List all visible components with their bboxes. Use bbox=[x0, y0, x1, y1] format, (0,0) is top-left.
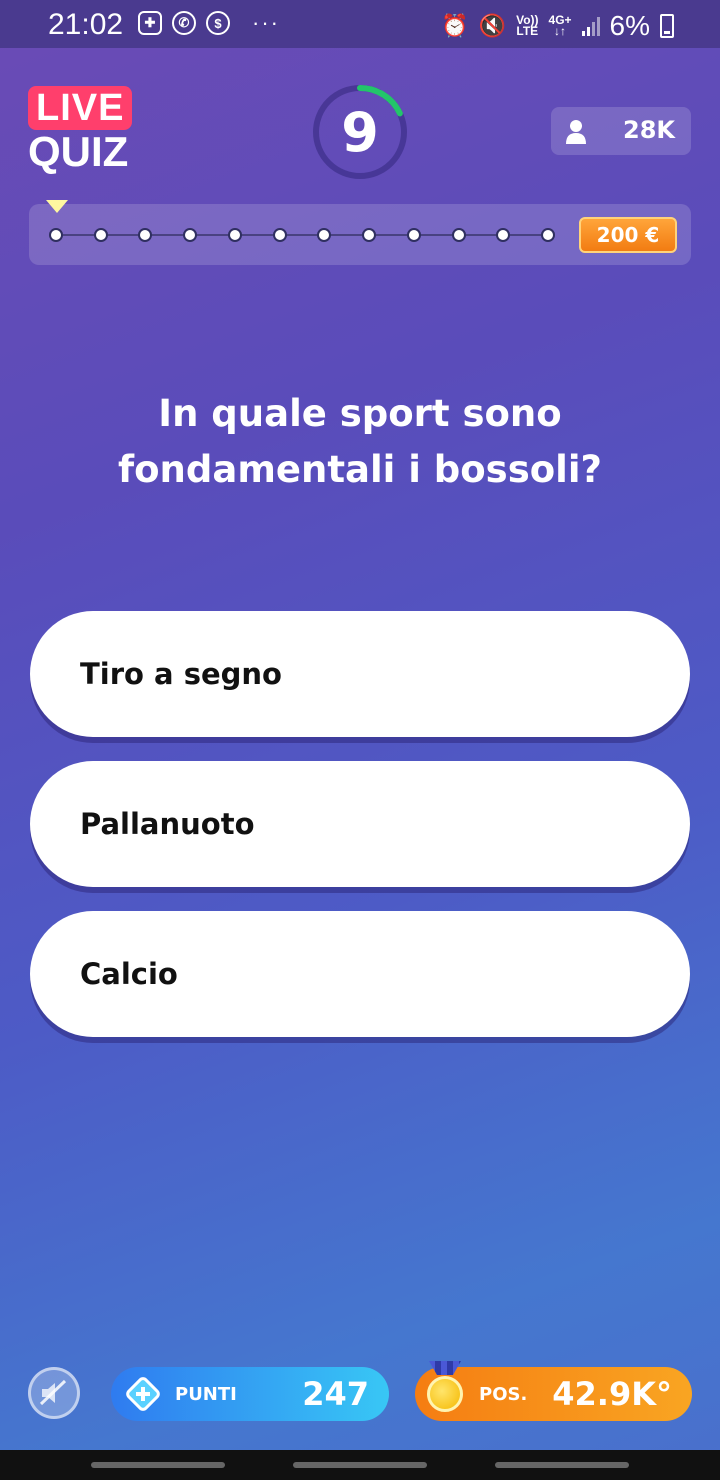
position-label: POS. bbox=[479, 1383, 528, 1405]
progress-step-dot bbox=[406, 228, 421, 242]
progress-step-dot bbox=[227, 228, 242, 242]
current-step-marker-icon bbox=[46, 200, 68, 213]
question-text: In quale sport sono fondamentali i bosso… bbox=[118, 392, 602, 491]
answer-label: Calcio bbox=[80, 957, 178, 991]
progress-step-dot bbox=[183, 228, 198, 242]
position-value: 42.9K° bbox=[552, 1375, 672, 1413]
notification-icons: ✚ ✆ $ ··· bbox=[138, 10, 280, 36]
game-icon: ✚ bbox=[138, 11, 162, 35]
more-notifications-icon: ··· bbox=[252, 10, 280, 35]
logo-quiz-text: QUIZ bbox=[28, 128, 129, 175]
medal-coin-icon bbox=[427, 1376, 463, 1412]
sound-toggle-button[interactable] bbox=[28, 1367, 80, 1419]
battery-percent: 6% bbox=[609, 10, 650, 41]
prize-badge: 200 € bbox=[579, 217, 677, 253]
progress-step-dot bbox=[49, 228, 63, 242]
answer-label: Pallanuoto bbox=[80, 807, 255, 841]
answer-label: Tiro a segno bbox=[80, 657, 282, 691]
live-quiz-logo: LIVE QUIZ bbox=[28, 86, 140, 174]
points-badge: PUNTI 247 bbox=[111, 1367, 389, 1421]
points-value: 247 bbox=[302, 1375, 369, 1413]
progress-step-dot bbox=[541, 228, 555, 242]
dollar-icon: $ bbox=[206, 11, 230, 35]
nav-recents-button[interactable] bbox=[91, 1462, 225, 1468]
mute-icon: 🔇 bbox=[478, 13, 507, 38]
progress-step-dot bbox=[138, 228, 153, 242]
question-progress: 200 € bbox=[29, 200, 691, 265]
answer-button-3[interactable]: Calcio bbox=[30, 911, 690, 1037]
nav-back-button[interactable] bbox=[495, 1462, 629, 1468]
answer-button-2[interactable]: Pallanuoto bbox=[30, 761, 690, 887]
timer-seconds: 9 bbox=[341, 100, 379, 164]
signal-icon bbox=[581, 16, 600, 36]
medal-ribbon-icon bbox=[429, 1361, 461, 1375]
system-nav-bar bbox=[0, 1450, 720, 1480]
battery-icon bbox=[660, 14, 674, 38]
viewers-badge: 28K bbox=[551, 107, 691, 155]
volte-indicator: Vo)) LTE bbox=[516, 13, 539, 38]
logo-live-text: LIVE bbox=[28, 86, 133, 130]
progress-track bbox=[56, 234, 548, 236]
user-icon bbox=[566, 120, 586, 144]
progress-step-dot bbox=[496, 228, 511, 242]
answer-button-1[interactable]: Tiro a segno bbox=[30, 611, 690, 737]
speaker-muted-icon bbox=[39, 1379, 67, 1406]
progress-step-dot bbox=[451, 228, 466, 242]
status-time: 21:02 bbox=[48, 8, 124, 41]
viewers-count: 28K bbox=[623, 116, 675, 144]
progress-step-dot bbox=[362, 228, 377, 242]
whatsapp-icon: ✆ bbox=[172, 11, 196, 35]
nav-home-button[interactable] bbox=[293, 1462, 427, 1468]
position-badge: POS. 42.9K° bbox=[415, 1361, 692, 1421]
progress-step-dot bbox=[272, 228, 287, 242]
points-label: PUNTI bbox=[175, 1383, 237, 1405]
diamond-plus-icon bbox=[126, 1377, 160, 1411]
data-indicator: 4G+ ↓↑ bbox=[548, 13, 572, 38]
progress-step-dot bbox=[93, 228, 108, 242]
progress-step-dot bbox=[317, 228, 332, 242]
status-bar: 21:02 ✚ ✆ $ ··· ⏰ 🔇 Vo)) LTE 4G+ ↓↑ 6% bbox=[0, 0, 720, 48]
countdown-timer: 9 bbox=[310, 82, 410, 182]
alarm-icon: ⏰ bbox=[441, 13, 469, 38]
system-icons: ⏰ 🔇 Vo)) LTE 4G+ ↓↑ 6% bbox=[441, 10, 674, 42]
